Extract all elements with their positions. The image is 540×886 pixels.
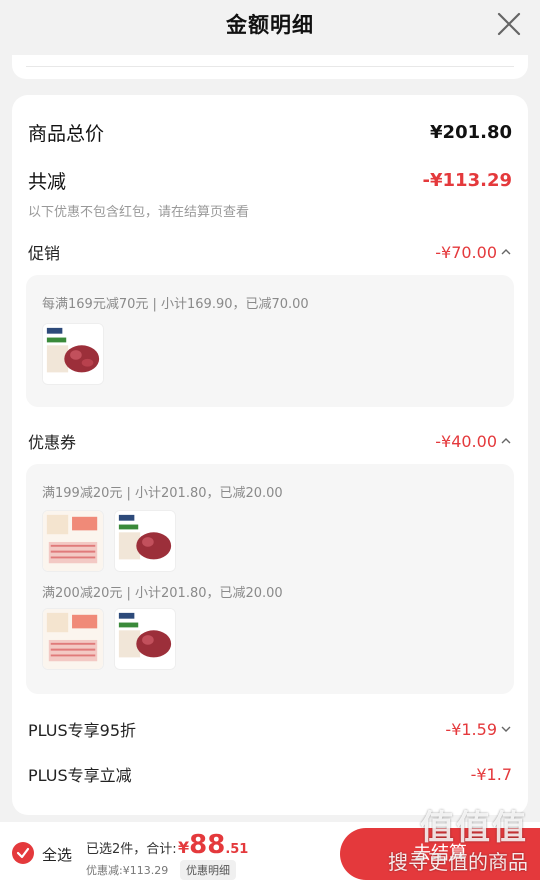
coupon-row[interactable]: 优惠券 -¥40.00 [28, 429, 512, 453]
promo-label: 促销 [28, 244, 61, 263]
total-value: ¥201.80 [430, 122, 512, 143]
coupon-label: 优惠券 [28, 433, 77, 452]
plus-discount-value: -¥1.59 [445, 719, 497, 739]
page-title: 金额明细 [226, 13, 314, 37]
discount-note: 以下优惠不包含红包，请在结算页查看 [28, 205, 250, 220]
close-icon[interactable] [496, 11, 522, 37]
plus-discount-label: PLUS专享95折 [28, 721, 136, 740]
promo-value: -¥70.00 [435, 242, 497, 262]
discount-detail-button[interactable]: 优惠明细 [180, 860, 236, 880]
plus-reduce-value: -¥1.7 [470, 764, 512, 784]
header: 金额明细 [0, 0, 540, 50]
product-thumbnail-beef[interactable] [114, 510, 176, 572]
plus-reduce-row: PLUS专享立减 -¥1.7 [28, 762, 512, 786]
currency-symbol: ¥ [178, 838, 190, 857]
promo-detail-box: 每满169元减70元 | 小计169.90，已减70.00 [26, 275, 514, 407]
selected-count: 已选2件，合计: [86, 842, 177, 857]
coupon-amount: -¥40.00 [435, 432, 512, 451]
watermark-slogan: 搜寻更值的商品 [388, 850, 528, 874]
product-thumbnail-beef[interactable] [42, 323, 104, 385]
promo-amount: -¥70.00 [435, 243, 512, 262]
watermark-logo: 值值值 [420, 808, 528, 848]
coupon-value: -¥40.00 [435, 431, 497, 451]
chevron-up-icon[interactable] [500, 435, 512, 447]
product-thumbnail-beef[interactable] [114, 608, 176, 670]
product-thumbnail-mutton[interactable] [42, 608, 104, 670]
total-label: 商品总价 [28, 123, 105, 145]
check-circle-icon[interactable] [12, 842, 34, 864]
previous-card-edge [12, 55, 528, 79]
reduce-label: 共减 [28, 171, 67, 193]
reduce-row: 共减 -¥113.29 [28, 167, 512, 194]
total-price: ¥88.51 [178, 830, 248, 860]
total-row: 商品总价 ¥201.80 [28, 119, 512, 146]
total-decimal: .51 [225, 842, 249, 857]
total-integer: 88 [189, 830, 226, 860]
chevron-down-icon[interactable] [500, 723, 512, 735]
plus-discount-amount: -¥1.59 [445, 720, 512, 739]
chevron-up-icon[interactable] [500, 246, 512, 258]
coupon-detail-box: 满199减20元 | 小计201.80，已减20.00 满200减20元 | 小… [26, 464, 514, 694]
coupon-detail-2: 满200减20元 | 小计201.80，已减20.00 [42, 586, 283, 601]
amount-detail-card: 商品总价 ¥201.80 共减 -¥113.29 以下优惠不包含红包，请在结算页… [12, 95, 528, 815]
promo-detail: 每满169元减70元 | 小计169.90，已减70.00 [42, 297, 309, 312]
divider [26, 66, 514, 67]
coupon-detail-1: 满199减20元 | 小计201.80，已减20.00 [42, 486, 283, 501]
reduce-value: -¥113.29 [422, 170, 512, 191]
plus-discount-row[interactable]: PLUS专享95折 -¥1.59 [28, 717, 512, 741]
plus-reduce-label: PLUS专享立减 [28, 766, 132, 785]
select-all-label[interactable]: 全选 [42, 844, 72, 865]
promo-row[interactable]: 促销 -¥70.00 [28, 240, 512, 264]
product-thumbnail-mutton[interactable] [42, 510, 104, 572]
discount-summary: 优惠减:¥113.29 [86, 864, 169, 877]
